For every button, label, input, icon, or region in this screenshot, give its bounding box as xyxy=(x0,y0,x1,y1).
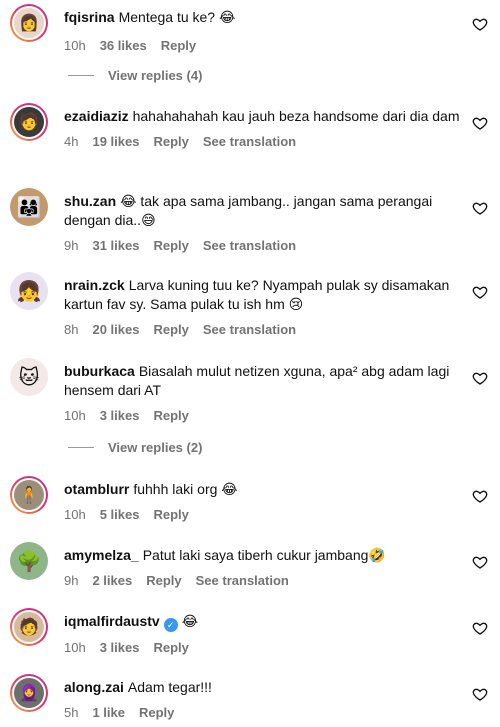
likes-count[interactable]: 31 likes xyxy=(92,238,139,253)
comment-username[interactable]: along.zai xyxy=(64,679,124,695)
likes-count[interactable]: 5 likes xyxy=(100,507,140,522)
see-translation-button[interactable]: See translation xyxy=(203,322,296,337)
view-replies-button[interactable]: View replies (4) xyxy=(68,68,202,83)
avatar-image: 🧕 xyxy=(14,678,44,708)
avatar-image: 🧑 xyxy=(14,107,44,137)
avatar-image: 👨‍👩‍👧 xyxy=(16,196,42,219)
heart-outline-icon[interactable] xyxy=(472,554,488,570)
avatar-image: 👩 xyxy=(14,8,44,38)
comment-text: 😂 tak apa sama jambang.. jangan sama per… xyxy=(64,193,433,228)
comment-time: 10h xyxy=(64,408,86,423)
comment-text: hahahahahah kau jauh beza handsome dari … xyxy=(132,108,460,124)
avatar-image: 🌳 xyxy=(16,550,42,573)
comment-time: 10h xyxy=(64,507,86,522)
likes-count[interactable]: 2 likes xyxy=(92,573,132,588)
comment-text: Adam tegar!!! xyxy=(127,679,212,695)
comment-username[interactable]: fqisrina xyxy=(64,9,115,25)
verified-badge-icon: ✓ xyxy=(163,618,178,632)
heart-outline-icon[interactable] xyxy=(472,200,488,216)
comment-time: 9h xyxy=(64,238,79,253)
avatar[interactable]: 🐱 xyxy=(10,358,48,396)
comment-username[interactable]: buburkaca xyxy=(64,363,135,379)
comment-username[interactable]: amymelza_ xyxy=(64,547,139,563)
reply-button[interactable]: Reply xyxy=(153,134,188,149)
comment-username[interactable]: ezaidiaziz xyxy=(64,108,129,124)
avatar[interactable]: 🧕 xyxy=(10,674,48,712)
avatar[interactable]: 🌳 xyxy=(10,542,48,580)
comment-username[interactable]: iqmalfirdaustv xyxy=(64,613,160,629)
comment-text: Mentega tu ke? 😂 xyxy=(118,9,236,25)
comment-username[interactable]: shu.zan xyxy=(64,193,116,209)
avatar-image: 🧑 xyxy=(14,612,44,642)
avatar-image: 👧 xyxy=(16,280,42,303)
heart-outline-icon[interactable] xyxy=(472,115,488,131)
view-replies-label: View replies (4) xyxy=(108,68,203,83)
heart-outline-icon[interactable] xyxy=(472,16,488,32)
avatar[interactable]: 🧑 xyxy=(10,608,48,646)
avatar[interactable]: 🧍 xyxy=(10,476,48,514)
heart-outline-icon[interactable] xyxy=(472,620,488,636)
avatar-image: 🐱 xyxy=(18,366,40,389)
likes-count[interactable]: 3 likes xyxy=(100,408,140,423)
reply-button[interactable]: Reply xyxy=(139,705,174,720)
likes-count[interactable]: 3 likes xyxy=(100,640,140,655)
comment-text: Patut laki saya tiberh cukur jambang🤣 xyxy=(142,547,386,563)
comment-username[interactable]: otamblurr xyxy=(64,481,129,497)
likes-count[interactable]: 1 like xyxy=(92,705,125,720)
avatar[interactable]: 🧑 xyxy=(10,103,48,141)
reply-button[interactable]: Reply xyxy=(153,640,188,655)
comment-time: 10h xyxy=(64,38,86,53)
see-translation-button[interactable]: See translation xyxy=(203,134,296,149)
avatar[interactable]: 👩 xyxy=(10,4,48,42)
divider-line xyxy=(68,75,94,76)
divider-line xyxy=(68,447,94,448)
avatar[interactable]: 👨‍👩‍👧 xyxy=(10,188,48,226)
heart-outline-icon[interactable] xyxy=(472,284,488,300)
reply-button[interactable]: Reply xyxy=(153,238,188,253)
comment-time: 9h xyxy=(64,573,79,588)
comment-text: fuhhh laki org 😂 xyxy=(133,481,238,497)
comment-text: 😂 xyxy=(181,613,199,629)
see-translation-button[interactable]: See translation xyxy=(203,238,296,253)
comment-time: 5h xyxy=(64,705,79,720)
view-replies-button[interactable]: View replies (2) xyxy=(68,440,202,455)
reply-button[interactable]: Reply xyxy=(161,38,196,53)
likes-count[interactable]: 19 likes xyxy=(92,134,139,149)
avatar[interactable]: 👧 xyxy=(10,272,48,310)
comment-username[interactable]: nrain.zck xyxy=(64,277,125,293)
heart-outline-icon[interactable] xyxy=(472,370,488,386)
heart-outline-icon[interactable] xyxy=(472,686,488,702)
likes-count[interactable]: 20 likes xyxy=(92,322,139,337)
view-replies-label: View replies (2) xyxy=(108,440,203,455)
reply-button[interactable]: Reply xyxy=(153,507,188,522)
reply-button[interactable]: Reply xyxy=(146,573,181,588)
avatar-image: 🧍 xyxy=(14,480,44,510)
comment-time: 8h xyxy=(64,322,79,337)
reply-button[interactable]: Reply xyxy=(153,408,188,423)
heart-outline-icon[interactable] xyxy=(472,488,488,504)
comment-time: 10h xyxy=(64,640,86,655)
comment-time: 4h xyxy=(64,134,79,149)
see-translation-button[interactable]: See translation xyxy=(196,573,289,588)
reply-button[interactable]: Reply xyxy=(153,322,188,337)
likes-count[interactable]: 36 likes xyxy=(100,38,147,53)
